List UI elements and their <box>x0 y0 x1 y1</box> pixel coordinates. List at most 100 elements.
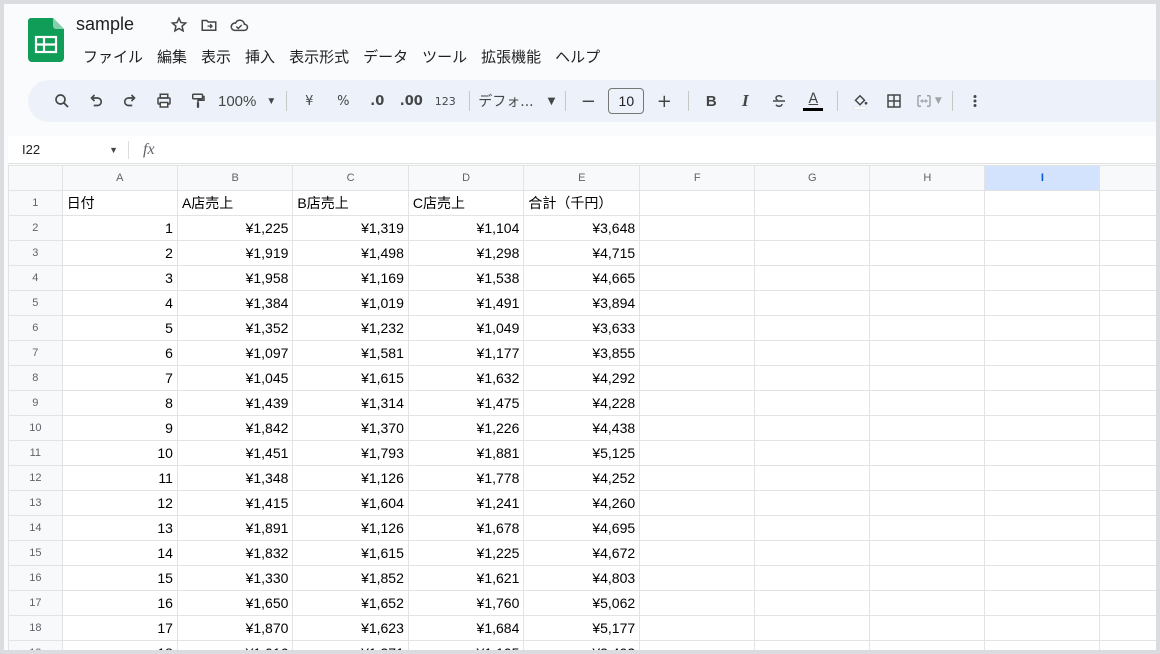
empty-cell[interactable] <box>754 590 871 616</box>
empty-cell[interactable] <box>754 340 871 366</box>
empty-cell[interactable] <box>984 465 1101 491</box>
empty-cell[interactable] <box>754 315 871 341</box>
currency-format-button[interactable]: ¥ <box>295 86 323 116</box>
empty-cell[interactable] <box>639 265 756 291</box>
cell-a[interactable]: 3 <box>61 265 178 291</box>
cell-d[interactable]: ¥1,678 <box>407 515 525 541</box>
row-header[interactable]: 12 <box>8 465 63 491</box>
column-header-a[interactable]: A <box>61 165 178 191</box>
cell-d[interactable]: ¥1,298 <box>407 240 525 266</box>
column-header-e[interactable]: E <box>523 165 641 191</box>
empty-cell[interactable] <box>639 190 756 216</box>
empty-cell[interactable] <box>869 265 986 291</box>
empty-cell[interactable] <box>754 290 871 316</box>
cell-d[interactable]: ¥1,778 <box>407 465 525 491</box>
empty-cell[interactable] <box>1099 490 1156 516</box>
empty-cell[interactable] <box>639 490 756 516</box>
cell-c[interactable]: ¥1,498 <box>292 240 409 266</box>
italic-button[interactable]: I <box>731 86 759 116</box>
empty-cell[interactable] <box>1099 590 1156 616</box>
cell-c[interactable]: ¥1,615 <box>292 540 409 566</box>
cell-c[interactable]: ¥1,314 <box>292 390 409 416</box>
star-icon[interactable] <box>168 14 190 36</box>
menu-edit[interactable]: 編集 <box>150 44 194 69</box>
empty-cell[interactable] <box>1099 340 1156 366</box>
decrease-decimal-button[interactable]: .0 <box>363 86 391 116</box>
row-header[interactable]: 16 <box>8 565 63 591</box>
cell-a[interactable]: 14 <box>61 540 178 566</box>
empty-cell[interactable] <box>639 615 756 641</box>
empty-cell[interactable] <box>869 365 986 391</box>
number-format-button[interactable]: 123 <box>431 86 459 116</box>
empty-cell[interactable] <box>639 390 756 416</box>
percent-format-button[interactable]: % <box>329 86 357 116</box>
cell-d[interactable]: ¥1,684 <box>407 615 525 641</box>
empty-cell[interactable] <box>984 490 1101 516</box>
cell-a[interactable]: 8 <box>61 390 178 416</box>
empty-cell[interactable] <box>984 565 1101 591</box>
empty-cell[interactable] <box>754 215 871 241</box>
row-header[interactable]: 13 <box>8 490 63 516</box>
menu-file[interactable]: ファイル <box>76 44 150 69</box>
cell-d[interactable]: C店売上 <box>407 190 525 216</box>
empty-cell[interactable] <box>1099 515 1156 541</box>
empty-cell[interactable] <box>754 615 871 641</box>
row-header[interactable]: 4 <box>8 265 63 291</box>
menu-extensions[interactable]: 拡張機能 <box>474 44 548 69</box>
empty-cell[interactable] <box>984 290 1101 316</box>
cell-b[interactable]: ¥1,958 <box>176 265 294 291</box>
cell-c[interactable]: ¥1,623 <box>292 615 409 641</box>
cell-d[interactable]: ¥1,475 <box>407 390 525 416</box>
empty-cell[interactable] <box>984 515 1101 541</box>
empty-cell[interactable] <box>1099 640 1156 650</box>
cell-b[interactable]: ¥1,832 <box>176 540 294 566</box>
empty-cell[interactable] <box>984 365 1101 391</box>
empty-cell[interactable] <box>1099 540 1156 566</box>
cell-c[interactable]: ¥1,232 <box>292 315 409 341</box>
cell-b[interactable]: ¥1,097 <box>176 340 294 366</box>
increase-font-size-button[interactable]: + <box>650 86 678 116</box>
cell-c[interactable]: ¥1,370 <box>292 415 409 441</box>
empty-cell[interactable] <box>1099 565 1156 591</box>
cell-b[interactable]: ¥1,330 <box>176 565 294 591</box>
empty-cell[interactable] <box>984 215 1101 241</box>
cell-c[interactable]: ¥1,371 <box>292 640 409 650</box>
empty-cell[interactable] <box>984 415 1101 441</box>
cell-e[interactable]: ¥3,633 <box>523 315 641 341</box>
row-header[interactable]: 3 <box>8 240 63 266</box>
empty-cell[interactable] <box>754 390 871 416</box>
paint-format-button[interactable] <box>184 86 212 116</box>
cell-b[interactable]: ¥1,352 <box>176 315 294 341</box>
empty-cell[interactable] <box>754 440 871 466</box>
empty-cell[interactable] <box>1099 365 1156 391</box>
cell-a[interactable]: 5 <box>61 315 178 341</box>
cell-e[interactable]: ¥4,228 <box>523 390 641 416</box>
decrease-font-size-button[interactable]: − <box>574 86 602 116</box>
empty-cell[interactable] <box>869 190 986 216</box>
document-title[interactable]: sample <box>76 14 134 35</box>
cell-b[interactable]: ¥1,891 <box>176 515 294 541</box>
increase-decimal-button[interactable]: .00 <box>397 86 425 116</box>
cloud-status-icon[interactable] <box>228 14 250 36</box>
cell-e[interactable]: ¥4,715 <box>523 240 641 266</box>
undo-button[interactable] <box>82 86 110 116</box>
cell-c[interactable]: ¥1,604 <box>292 490 409 516</box>
cell-e[interactable]: ¥4,292 <box>523 365 641 391</box>
cell-b[interactable]: ¥1,225 <box>176 215 294 241</box>
empty-cell[interactable] <box>1099 190 1156 216</box>
empty-cell[interactable] <box>869 390 986 416</box>
empty-cell[interactable] <box>754 265 871 291</box>
empty-cell[interactable] <box>869 490 986 516</box>
empty-cell[interactable] <box>869 465 986 491</box>
cell-c[interactable]: ¥1,319 <box>292 215 409 241</box>
cell-a[interactable]: 7 <box>61 365 178 391</box>
cell-a[interactable]: 4 <box>61 290 178 316</box>
row-header[interactable]: 6 <box>8 315 63 341</box>
empty-cell[interactable] <box>754 365 871 391</box>
empty-cell[interactable] <box>639 315 756 341</box>
redo-button[interactable] <box>116 86 144 116</box>
cell-a[interactable]: 13 <box>61 515 178 541</box>
cell-a[interactable]: 18 <box>61 640 178 650</box>
menu-help[interactable]: ヘルプ <box>548 44 607 69</box>
empty-cell[interactable] <box>754 240 871 266</box>
